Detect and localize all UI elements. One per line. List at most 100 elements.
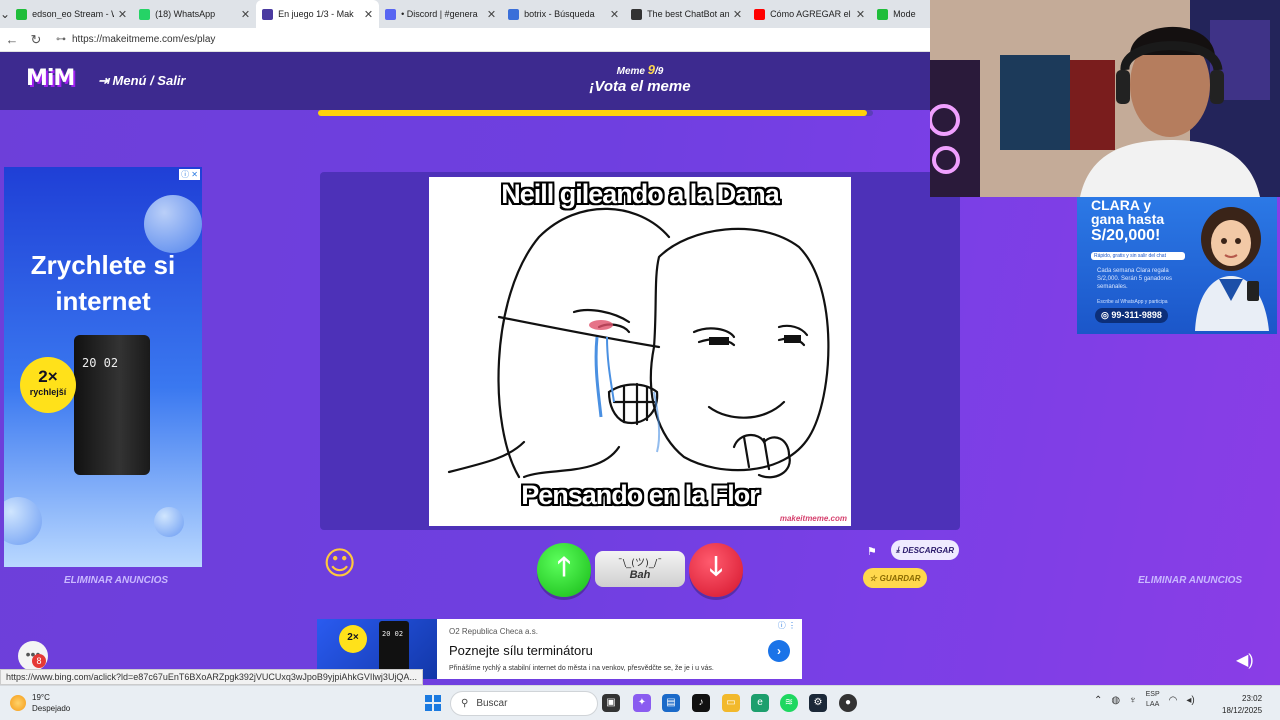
site-info-icon[interactable]: ⊶ bbox=[56, 34, 66, 45]
star-icon: ☆ bbox=[869, 573, 877, 583]
right-ad-phone-number: 99-311-9898 bbox=[1111, 310, 1162, 320]
wifi-icon[interactable]: ◠ bbox=[1169, 695, 1178, 706]
copilot-icon[interactable]: ✦ bbox=[633, 694, 651, 712]
taskbar-clock[interactable]: 23:02 18/12/2025 bbox=[1222, 693, 1262, 717]
meme-top-caption: Neill gileando a la Dana bbox=[501, 179, 780, 209]
browser-tab[interactable]: The best ChatBot and W ✕ bbox=[625, 0, 748, 28]
browser-tab[interactable]: (18) WhatsApp ✕ bbox=[133, 0, 256, 28]
whatsapp-icon: ◎ bbox=[1101, 310, 1109, 320]
site-logo[interactable]: MiM bbox=[26, 66, 75, 91]
clock-time: 23:02 bbox=[1242, 694, 1263, 703]
tab-close-icon[interactable]: ✕ bbox=[241, 8, 250, 21]
download-button[interactable]: ⤓ DESCARGAR bbox=[891, 540, 959, 560]
browser-tab[interactable]: Cómo AGREGAR el CHA ✕ bbox=[748, 0, 871, 28]
steam-icon[interactable]: ⚙ bbox=[809, 694, 827, 712]
arrow-up-icon: 🡑 bbox=[557, 551, 571, 581]
system-tray: ⌃ ◍ ♆ ESP LAA ◠ ◂) bbox=[1094, 690, 1195, 710]
microphone-icon[interactable]: ♆ bbox=[1129, 695, 1137, 706]
browser-tab[interactable]: En juego 1/3 - Mak ✕ bbox=[256, 0, 380, 28]
ad-choices-icon[interactable]: ⓘ ⋮ bbox=[775, 620, 798, 631]
tab-title: edson_eo Stream - Wat bbox=[32, 9, 114, 19]
downvote-button[interactable]: 🡓 bbox=[689, 543, 743, 597]
bottom-ad-open-button[interactable]: › bbox=[768, 640, 790, 662]
browser-tab[interactable]: edson_eo Stream - Wat ✕ bbox=[10, 0, 133, 28]
tab-search-chevron-icon[interactable]: ⌄ bbox=[0, 0, 10, 28]
tab-close-icon[interactable]: ✕ bbox=[118, 8, 127, 21]
bah-button[interactable]: ¯\_(ツ)_/¯ Bah bbox=[595, 551, 685, 587]
speed-badge-big: 2× bbox=[38, 367, 58, 386]
tab-title: Cómo AGREGAR el CHA bbox=[770, 9, 852, 19]
edge-browser-icon[interactable]: e bbox=[751, 694, 769, 712]
store-icon[interactable]: ▤ bbox=[662, 694, 680, 712]
left-ad-title: Zrychlete si internet bbox=[30, 250, 176, 316]
timer-progress-fill bbox=[318, 110, 868, 116]
weather-widget[interactable]: 19°C Despejado bbox=[10, 692, 70, 714]
menu-exit-button[interactable]: ⇥ Menú / Salir bbox=[98, 73, 186, 89]
download-icon: ⤓ bbox=[895, 545, 900, 554]
tab-title: The best ChatBot and W bbox=[647, 9, 729, 19]
chevron-up-icon[interactable]: ⌃ bbox=[1094, 695, 1102, 706]
meme-bottom-caption: Pensando en la Flor bbox=[521, 480, 760, 510]
tab-title: (18) WhatsApp bbox=[155, 9, 216, 19]
menu-exit-label: Menú / Salir bbox=[112, 73, 186, 88]
ad-choices-icon[interactable]: ⓘ ✕ bbox=[179, 169, 200, 180]
sun-icon bbox=[10, 695, 26, 711]
wojak-mask-drawing bbox=[447, 207, 830, 479]
volume-icon[interactable]: ◂) bbox=[1186, 695, 1194, 706]
address-bar[interactable]: ⊶ https://makeitmeme.com/es/play bbox=[56, 30, 930, 50]
right-ad-amount: S/20,000! bbox=[1091, 227, 1161, 244]
tiktok-icon[interactable]: ♪ bbox=[692, 694, 710, 712]
tabs-container: edson_eo Stream - Wat✕(18) WhatsApp✕En j… bbox=[10, 0, 930, 28]
download-label: DESCARGAR bbox=[902, 545, 955, 555]
tab-close-icon[interactable]: ✕ bbox=[610, 8, 619, 21]
round-current: 9 bbox=[647, 62, 656, 77]
tab-favicon-icon bbox=[508, 8, 520, 20]
spotify-icon[interactable]: ≋ bbox=[780, 694, 798, 712]
left-ad-banner[interactable]: ⓘ ✕ Zrychlete si internet 20 02 2× rychl… bbox=[4, 167, 202, 567]
right-ad-small: Rápido, gratis y sin salir del chat bbox=[1091, 252, 1185, 260]
remove-ads-link-right[interactable]: ELIMINAR ANUNCIOS bbox=[1138, 575, 1242, 586]
language-indicator[interactable]: ESP LAA bbox=[1146, 690, 1160, 710]
app-icon[interactable]: ● bbox=[839, 694, 857, 712]
tab-close-icon[interactable]: ✕ bbox=[364, 8, 373, 21]
arrow-down-icon: 🡓 bbox=[709, 551, 723, 581]
back-arrow-icon[interactable]: ← bbox=[0, 32, 24, 47]
task-view-icon[interactable]: ▣ bbox=[602, 694, 620, 712]
bah-label: Bah bbox=[629, 569, 651, 581]
speed-badge: 2× rychlejší bbox=[20, 357, 76, 413]
round-counter: Meme 9/9 bbox=[510, 62, 770, 77]
right-ad-line2: gana hasta bbox=[1091, 211, 1165, 227]
assistant-avatar-image bbox=[1195, 207, 1269, 331]
right-ad-cta: Escribe al WhatsApp y participa bbox=[1097, 299, 1168, 305]
upvote-button[interactable]: 🡑 bbox=[537, 543, 591, 597]
bottom-ad-headline[interactable]: Poznejte sílu terminátoru bbox=[449, 643, 593, 658]
reload-icon[interactable]: ↻ bbox=[24, 32, 48, 48]
tab-close-icon[interactable]: ✕ bbox=[856, 8, 865, 21]
tab-close-icon[interactable]: ✕ bbox=[487, 8, 496, 21]
tab-favicon-icon bbox=[16, 8, 28, 20]
remove-ads-link-left[interactable]: ELIMINAR ANUNCIOS bbox=[64, 575, 168, 586]
right-ad-banner[interactable]: CLARA y gana hasta S/20,000! Rápido, gra… bbox=[1077, 197, 1277, 334]
meme-watermark: makeitmeme.com bbox=[779, 514, 847, 523]
tab-favicon-icon bbox=[877, 8, 889, 20]
browser-tab[interactable]: botrix - Búsqueda ✕ bbox=[502, 0, 625, 28]
save-label: GUARDAR bbox=[879, 573, 921, 583]
round-label: Meme bbox=[616, 66, 645, 77]
bottom-ad-body: Přinášíme rychlý a stabilní internet do … bbox=[449, 665, 714, 672]
right-ad-phone: ◎ 99-311-9898 bbox=[1095, 308, 1168, 323]
bottom-ad-advertiser: O2 Republica Checa a.s. bbox=[449, 627, 538, 636]
network-icon[interactable]: ◍ bbox=[1111, 695, 1120, 706]
router-image: 20 02 bbox=[74, 335, 150, 475]
tab-favicon-icon bbox=[631, 8, 643, 20]
taskbar-search-box[interactable]: ⚲ Buscar bbox=[450, 691, 598, 716]
windows-start-icon[interactable] bbox=[425, 695, 441, 711]
tab-close-icon[interactable]: ✕ bbox=[733, 8, 742, 21]
browser-tab[interactable]: Mode bbox=[871, 0, 930, 28]
sound-toggle-icon[interactable]: ◀) bbox=[1236, 650, 1254, 670]
save-button[interactable]: ☆ GUARDAR bbox=[863, 568, 927, 588]
file-explorer-icon[interactable]: ▭ bbox=[722, 694, 740, 712]
taskbar-search-placeholder: Buscar bbox=[476, 698, 508, 709]
report-flag-icon[interactable]: ⚑ bbox=[867, 545, 877, 558]
browser-tab[interactable]: • Discord | #genera ✕ bbox=[379, 0, 502, 28]
emoji-reaction-button[interactable]: ☺ bbox=[323, 544, 356, 582]
